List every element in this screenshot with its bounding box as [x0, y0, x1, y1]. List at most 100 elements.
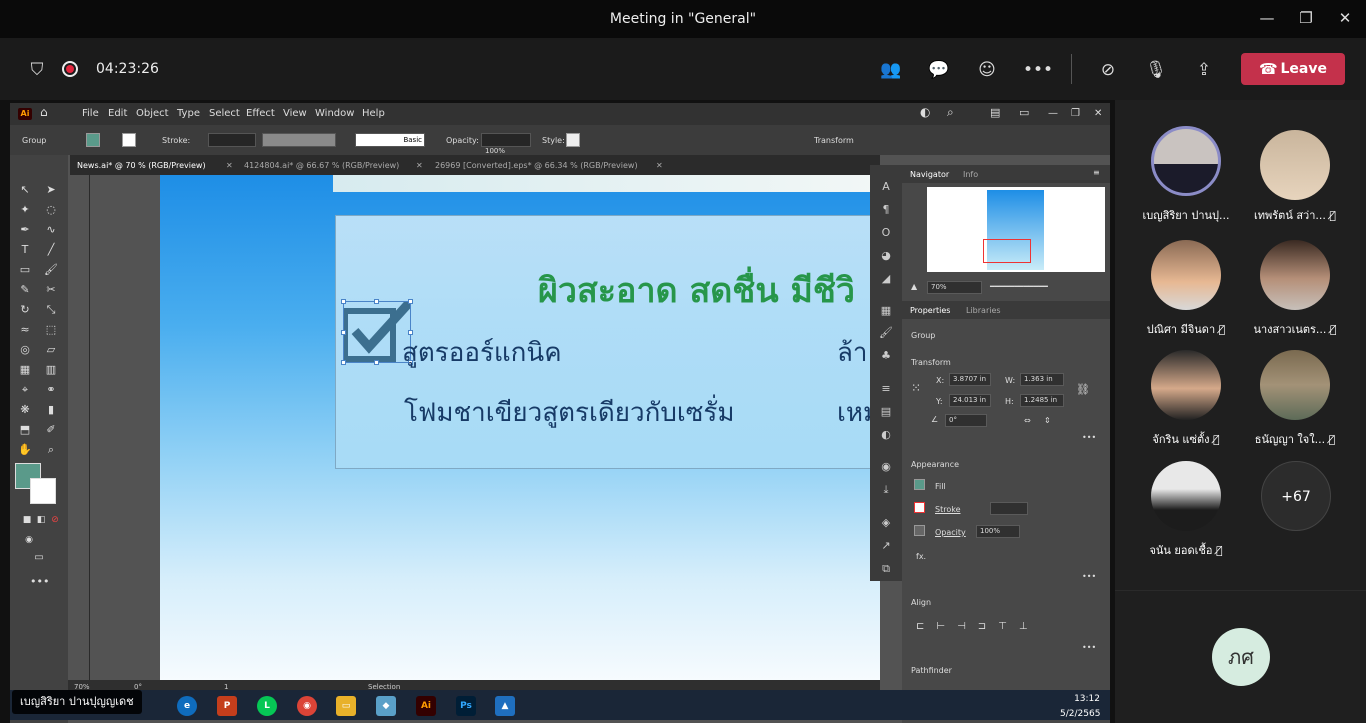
free-transform-icon[interactable]: ⬚ [42, 321, 60, 339]
transparency-icon[interactable]: ▤ [878, 404, 894, 420]
chrome-icon[interactable]: ◉ [297, 696, 317, 716]
app-icon[interactable]: ◆ [376, 696, 396, 716]
brushes-icon[interactable]: 🖌 [878, 325, 894, 341]
tab-4124804[interactable]: 4124804.ai* @ 66.67 % (RGB/Preview) [244, 161, 399, 170]
selection-tool-icon[interactable]: ↖ [16, 181, 34, 199]
selection-handle[interactable] [341, 330, 346, 335]
graph-icon[interactable]: ▮ [42, 401, 60, 419]
eyedropper-icon[interactable]: ⌖ [16, 381, 34, 399]
transform-more-icon[interactable]: ••• [1082, 433, 1096, 442]
tab-26969[interactable]: 26969 [Converted].eps* @ 66.34 % (RGB/Pr… [435, 161, 638, 170]
style-swatch[interactable] [566, 133, 580, 147]
variable-width-select[interactable] [262, 133, 336, 147]
minimize-icon[interactable]: — [1257, 9, 1277, 27]
artboards-icon[interactable]: ⧉ [878, 561, 894, 577]
brush-select[interactable]: Basic [355, 133, 425, 147]
chat-icon[interactable]: 💬 [927, 58, 951, 82]
appearance-stroke-label[interactable]: Stroke [935, 505, 961, 514]
y-input[interactable]: 24.013 in [949, 394, 991, 407]
file-explorer-icon[interactable]: ▭ [336, 696, 356, 716]
direct-selection-tool-icon[interactable]: ➤ [42, 181, 60, 199]
zoom-icon[interactable]: ⌕ [42, 441, 60, 459]
more-participants-button[interactable]: +67 [1261, 461, 1331, 531]
warp-icon[interactable]: ≈ [16, 321, 34, 339]
appearance-panel-icon[interactable]: ◐ [878, 427, 894, 443]
fill-swatch[interactable] [86, 133, 100, 147]
nav-zoom-slider[interactable]: ━━━━━━━━━━━━ [990, 282, 1048, 291]
artboard-icon[interactable]: ⬒ [16, 421, 34, 439]
selection-handle[interactable] [341, 299, 346, 304]
taskbar-clock[interactable]: 13:12 5/2/2565 [1060, 693, 1100, 720]
illustrator-taskbar-icon[interactable]: Ai [416, 696, 436, 716]
navigator-tab[interactable]: Navigator [910, 170, 949, 179]
arrange-icon[interactable]: ▭ [1019, 106, 1029, 119]
appearance-stroke-swatch[interactable] [914, 502, 925, 513]
symbols-icon[interactable]: ♣ [878, 348, 894, 364]
menu-view[interactable]: View [283, 108, 307, 119]
participant-tile[interactable]: ธนัญญา ใจใ... 🎙̸ [1235, 350, 1355, 460]
shaper-icon[interactable]: ✎ [16, 281, 34, 299]
menu-help[interactable]: Help [362, 108, 385, 119]
fx-button[interactable]: fx. [916, 552, 926, 561]
scale-icon[interactable]: ⤡ [42, 301, 60, 319]
flip-horizontal-icon[interactable]: ⇔ [1024, 416, 1031, 425]
nav-zoom-input[interactable]: 70% [927, 281, 982, 294]
w-input[interactable]: 1.363 in [1020, 373, 1064, 386]
maximize-icon[interactable]: ❐ [1296, 9, 1316, 27]
participant-tile[interactable]: ปณิศา มีจินดา 🎙̸ [1126, 240, 1246, 350]
stroke-weight-input[interactable] [208, 133, 256, 147]
none-mode-icon[interactable]: ⊘ [46, 511, 64, 529]
leave-button[interactable]: ☎ Leave [1241, 53, 1345, 85]
swatches-icon[interactable]: ▦ [878, 303, 894, 319]
tab-news[interactable]: News.ai* @ 70 % (RGB/Preview) [77, 161, 206, 170]
appearance-fill-swatch[interactable] [914, 479, 925, 490]
menu-file[interactable]: File [82, 108, 99, 119]
perspective-icon[interactable]: ▱ [42, 341, 60, 359]
ai-minimize-icon[interactable]: — [1048, 108, 1058, 119]
gradient-panel-icon[interactable]: ◢ [878, 271, 894, 287]
panel-menu-icon[interactable]: ≡ [1093, 168, 1100, 177]
h-input[interactable]: 1.2485 in [1020, 394, 1064, 407]
more-actions-icon[interactable]: ••• [1023, 58, 1053, 82]
stroke-color-box[interactable] [30, 478, 56, 504]
draw-mode-icon[interactable]: ◉ [20, 531, 38, 549]
constrain-link-icon[interactable]: ⛓ [1076, 383, 1090, 396]
menu-window[interactable]: Window [315, 108, 354, 119]
menu-edit[interactable]: Edit [108, 108, 127, 119]
tab-close-icon[interactable]: ✕ [226, 161, 233, 170]
slice-icon[interactable]: ✐ [42, 421, 60, 439]
camera-off-icon[interactable]: ⊘ [1096, 58, 1120, 82]
powerpoint-icon[interactable]: P [217, 696, 237, 716]
appearance-opacity-label[interactable]: Opacity [935, 528, 966, 537]
color-guide-icon[interactable]: ◕ [878, 248, 894, 264]
menu-select[interactable]: Select [209, 108, 240, 119]
line-app-icon[interactable]: L [257, 696, 277, 716]
selection-handle[interactable] [374, 360, 379, 365]
properties-tab[interactable]: Properties [910, 306, 950, 315]
stroke-weight-field[interactable] [990, 502, 1028, 515]
home-icon[interactable]: ⌂ [40, 105, 48, 119]
hand-icon[interactable]: ✋ [16, 441, 34, 459]
paragraph-icon[interactable]: ¶ [878, 202, 894, 218]
mic-off-icon[interactable]: 🎙 [1144, 58, 1168, 82]
opacity-field[interactable]: 100% [976, 525, 1020, 538]
paintbrush-icon[interactable]: 🖌 [42, 261, 60, 279]
scissors-icon[interactable]: ✂ [42, 281, 60, 299]
opentype-icon[interactable]: O [878, 225, 894, 241]
search-icon[interactable]: ⌕ [947, 105, 954, 120]
pen-tool-icon[interactable]: ✒ [16, 221, 34, 239]
control-transform-label[interactable]: Transform [814, 136, 854, 145]
navigator-thumbnail[interactable] [927, 187, 1105, 272]
ai-close-icon[interactable]: ✕ [1094, 108, 1102, 119]
mesh-icon[interactable]: ▦ [16, 361, 34, 379]
nav-zoom-out-icon[interactable]: ▲ [911, 282, 917, 291]
rectangle-tool-icon[interactable]: ▭ [16, 261, 34, 279]
menu-type[interactable]: Type [177, 108, 200, 119]
selection-handle[interactable] [408, 299, 413, 304]
angle-input[interactable]: 0° [945, 414, 987, 427]
body-line-1-right[interactable]: ล้า [837, 332, 868, 373]
blend-icon[interactable]: ⚭ [42, 381, 60, 399]
menu-object[interactable]: Object [136, 108, 169, 119]
self-avatar[interactable]: ภศ [1212, 628, 1270, 686]
shape-builder-icon[interactable]: ◎ [16, 341, 34, 359]
